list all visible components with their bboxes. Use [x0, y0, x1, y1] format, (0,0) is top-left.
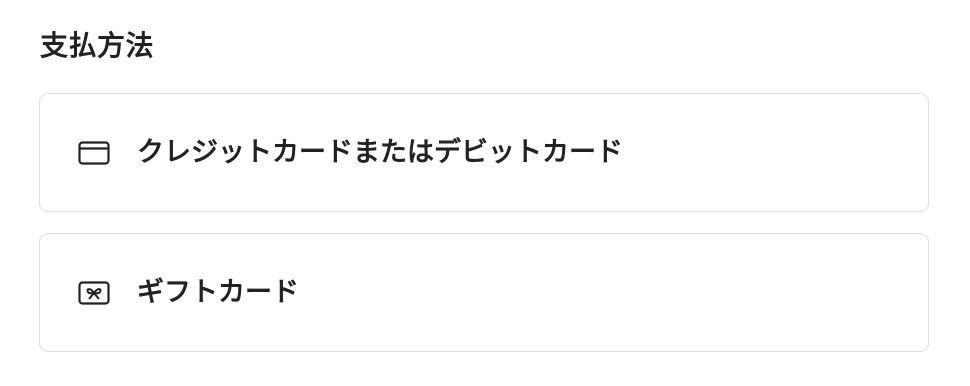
- payment-option-credit-card[interactable]: クレジットカードまたはデビットカード: [39, 93, 929, 212]
- payment-option-gift-card[interactable]: ギフトカード: [39, 233, 929, 352]
- gift-card-icon: [78, 280, 110, 305]
- payment-method-heading: 支払方法: [40, 29, 155, 62]
- payment-option-label: ギフトカード: [137, 276, 299, 308]
- payment-option-label: クレジットカードまたはデビットカード: [137, 136, 623, 168]
- credit-card-icon: [78, 140, 110, 165]
